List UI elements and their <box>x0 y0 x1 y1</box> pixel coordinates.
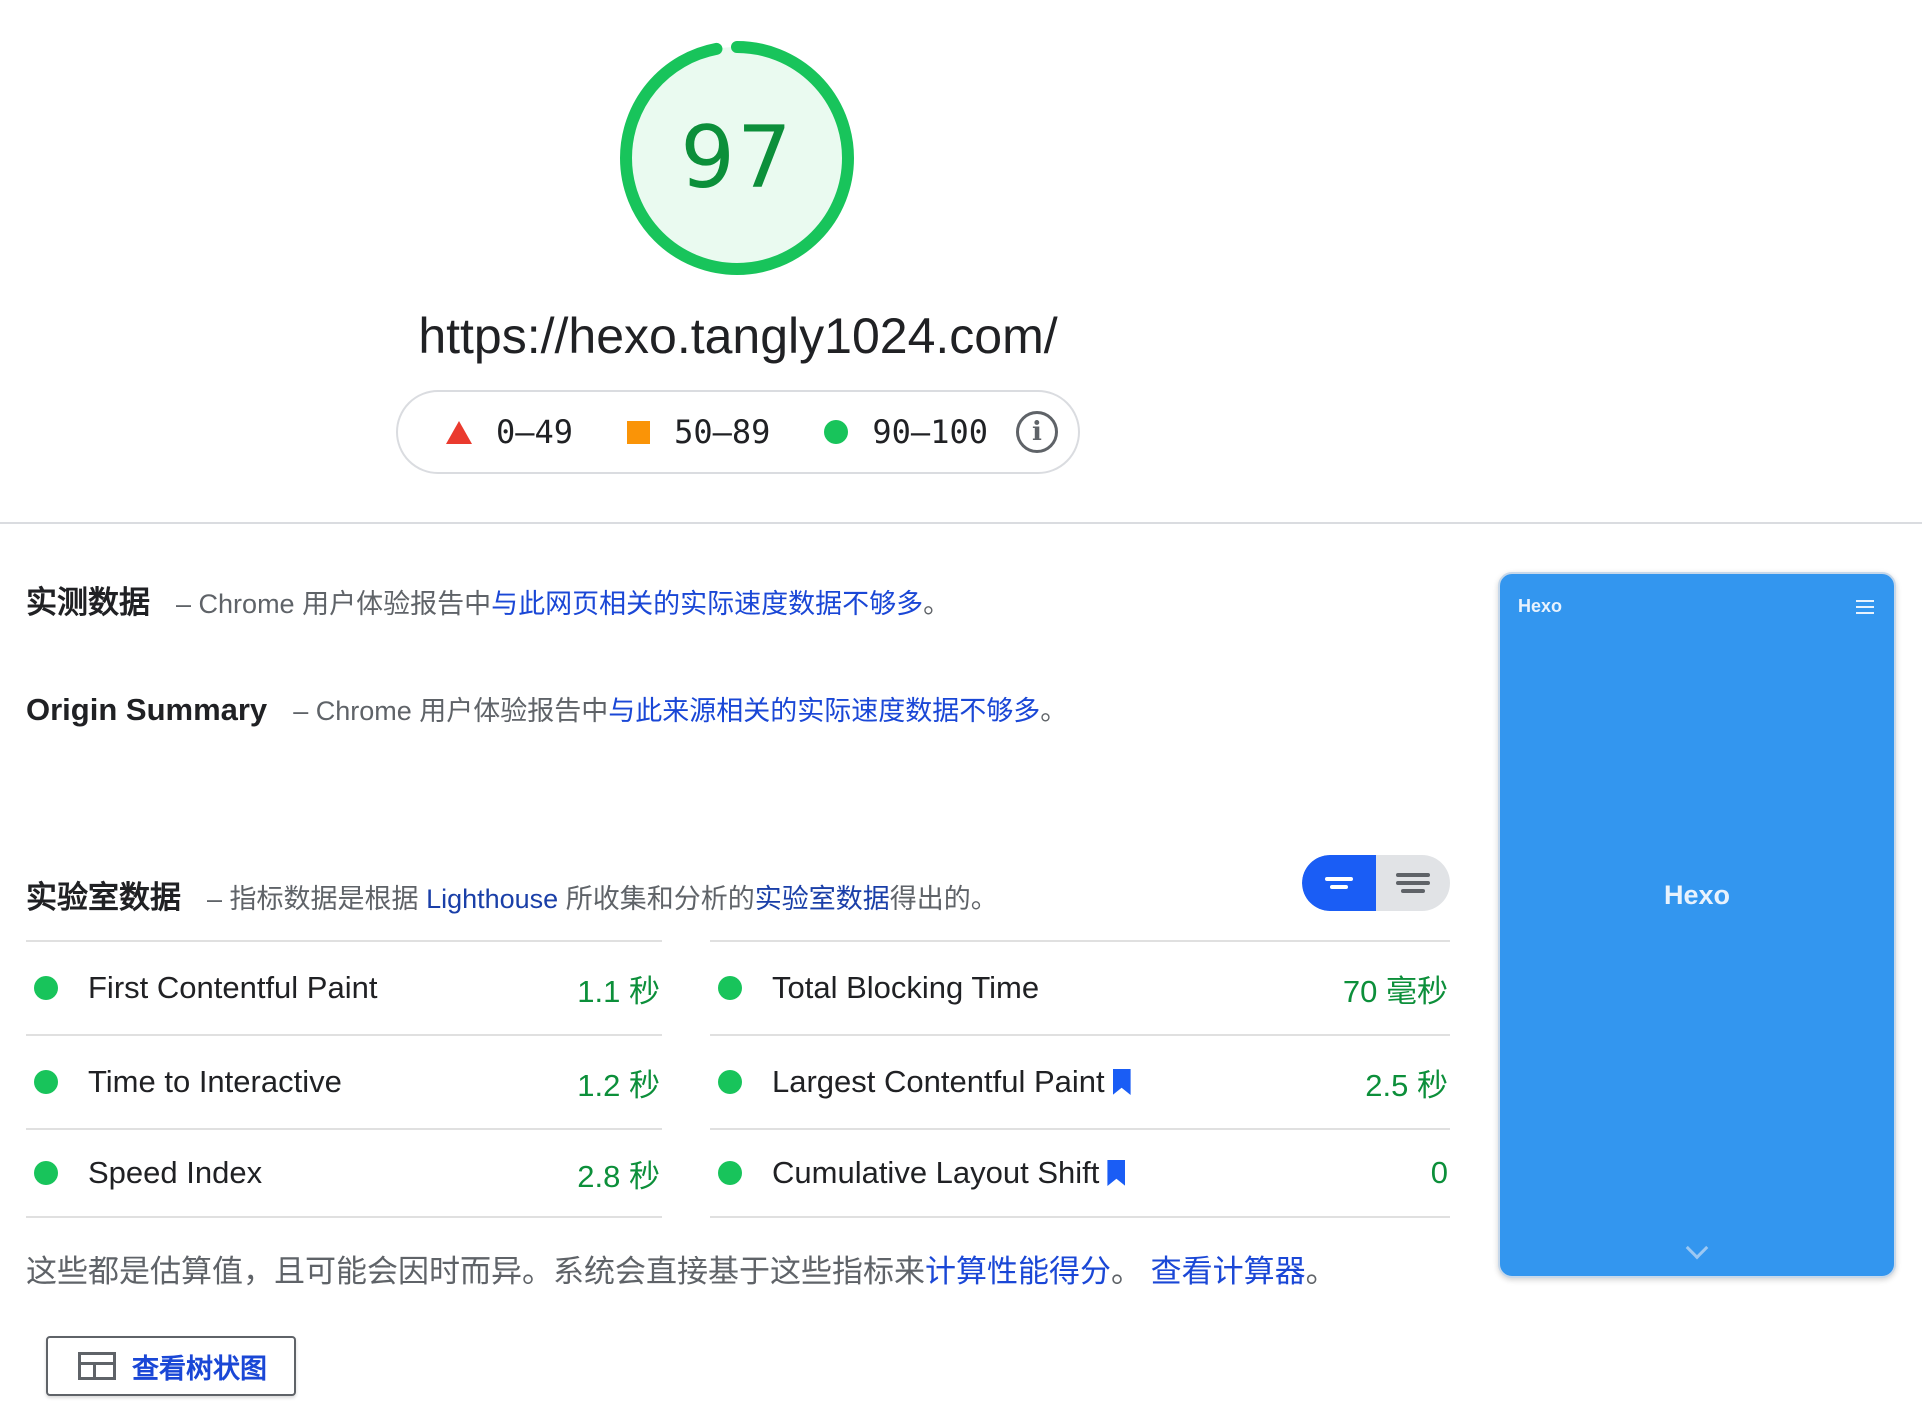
metric-value: 0 <box>1430 1155 1448 1190</box>
treemap-icon <box>78 1352 116 1380</box>
origin-summary-section: Origin Summary – Chrome 用户体验报告中与此来源相关的实际… <box>26 689 1067 728</box>
legend-item-pass: 90–100 <box>824 413 988 451</box>
legend-item-fail: 0–49 <box>446 413 573 451</box>
field-data-link[interactable]: 与此网页相关的实际速度数据不够多 <box>491 589 923 619</box>
field-data-section: 实测数据 – Chrome 用户体验报告中与此网页相关的实际速度数据不够多。 <box>26 577 950 622</box>
performance-score-gauge: 97 <box>617 38 857 278</box>
pass-circle-icon <box>34 1070 58 1094</box>
expanded-view-icon[interactable] <box>1376 855 1450 911</box>
origin-summary-title: Origin Summary <box>26 692 268 727</box>
circle-icon <box>824 420 849 444</box>
pass-circle-icon <box>34 1161 58 1185</box>
metric-name: Time to Interactive <box>88 1064 342 1099</box>
pass-circle-icon <box>718 976 742 1000</box>
origin-summary-suffix: 。 <box>1040 696 1068 726</box>
page-url: https://hexo.tangly1024.com/ <box>418 308 1058 364</box>
metric-name: Largest Contentful Paint <box>772 1064 1105 1099</box>
metric-value: 70 毫秒 <box>1342 973 1448 1009</box>
legend-label-fail: 0–49 <box>496 413 574 451</box>
field-data-prefix: Chrome 用户体验报告中 <box>198 589 492 619</box>
section-divider <box>0 522 1922 524</box>
metric-row: First Contentful Paint 1.1 秒 <box>26 940 662 1034</box>
triangle-icon <box>446 420 472 444</box>
compact-view-icon[interactable] <box>1302 855 1376 911</box>
metrics-view-toggle[interactable] <box>1302 855 1450 911</box>
metric-row: Cumulative Layout Shift 0 <box>710 1128 1450 1218</box>
origin-summary-dash: – <box>293 696 309 726</box>
final-screenshot-thumbnail[interactable]: Hexo Hexo <box>1498 572 1896 1278</box>
legend-label-pass: 90–100 <box>872 413 988 451</box>
lighthouse-link[interactable]: Lighthouse <box>426 884 558 914</box>
lab-data-dash: – <box>207 884 223 914</box>
pass-circle-icon <box>34 976 58 1000</box>
lab-data-link[interactable]: 实验室数据 <box>755 884 890 914</box>
field-data-title: 实测数据 <box>26 585 150 620</box>
score-calculation-link[interactable]: 计算性能得分 <box>925 1254 1111 1289</box>
metric-value: 1.2 秒 <box>577 1067 660 1103</box>
note-separator: 。 <box>1111 1254 1151 1289</box>
pass-circle-icon <box>718 1161 742 1185</box>
lab-data-suffix: 得出的。 <box>889 884 998 914</box>
metric-name: First Contentful Paint <box>88 970 378 1005</box>
score-value: 97 <box>680 108 794 208</box>
thumbnail-title: Hexo <box>1663 880 1731 910</box>
metric-value: 2.5 秒 <box>1365 1067 1448 1103</box>
metric-row: Speed Index 2.8 秒 <box>26 1128 662 1218</box>
info-icon[interactable]: i <box>1015 411 1058 453</box>
pass-circle-icon <box>718 1070 742 1094</box>
metric-row: Largest Contentful Paint 2.5 秒 <box>710 1034 1450 1128</box>
lab-data-description: – 指标数据是根据 Lighthouse 所收集和分析的实验室数据得出的。 <box>207 877 998 916</box>
bookmark-icon <box>1107 1160 1126 1186</box>
metric-name-with-bookmark: Largest Contentful Paint <box>772 1064 1131 1100</box>
view-treemap-button[interactable]: 查看树状图 <box>46 1336 296 1396</box>
metrics-note: 这些都是估算值，且可能会因时而异。系统会直接基于这些指标来计算性能得分。 查看计… <box>26 1246 1337 1291</box>
metric-name-with-bookmark: Cumulative Layout Shift <box>772 1155 1126 1191</box>
origin-summary-link[interactable]: 与此来源相关的实际速度数据不够多 <box>608 696 1040 726</box>
chevron-down-icon <box>1685 1236 1709 1260</box>
metrics-left-column: First Contentful Paint 1.1 秒 Time to Int… <box>26 940 662 1218</box>
bookmark-icon <box>1112 1069 1131 1095</box>
lab-data-section: 实验室数据 – 指标数据是根据 Lighthouse 所收集和分析的实验室数据得… <box>26 872 998 917</box>
field-data-dash: – <box>176 589 192 619</box>
note-end: 。 <box>1305 1254 1337 1289</box>
lab-data-prefix: 指标数据是根据 <box>229 884 427 914</box>
note-text: 这些都是估算值，且可能会因时而异。系统会直接基于这些指标来 <box>26 1254 925 1289</box>
metrics-right-column: Total Blocking Time 70 毫秒 Largest Conten… <box>710 940 1450 1218</box>
lab-data-middle: 所收集和分析的 <box>558 884 755 914</box>
lab-data-title: 实验室数据 <box>26 880 181 915</box>
metric-row: Total Blocking Time 70 毫秒 <box>710 940 1450 1034</box>
field-data-description: – Chrome 用户体验报告中与此网页相关的实际速度数据不够多。 <box>176 582 950 621</box>
square-icon <box>627 420 651 444</box>
origin-summary-description: – Chrome 用户体验报告中与此来源相关的实际速度数据不够多。 <box>293 689 1067 728</box>
legend-item-average: 50–89 <box>627 413 770 451</box>
calculator-link[interactable]: 查看计算器 <box>1151 1254 1306 1289</box>
metric-name: Cumulative Layout Shift <box>772 1155 1100 1190</box>
field-data-suffix: 。 <box>923 589 951 619</box>
metric-name: Total Blocking Time <box>772 970 1040 1005</box>
origin-summary-prefix: Chrome 用户体验报告中 <box>315 696 609 726</box>
treemap-button-label: 查看树状图 <box>132 1353 267 1384</box>
legend-label-average: 50–89 <box>674 413 771 451</box>
metric-value: 2.8 秒 <box>577 1158 660 1194</box>
hamburger-menu-icon <box>1856 600 1874 618</box>
score-legend: 0–49 50–89 90–100 i <box>396 390 1080 474</box>
thumbnail-brand: Hexo <box>1518 596 1563 616</box>
metric-name: Speed Index <box>88 1155 263 1190</box>
metric-row: Time to Interactive 1.2 秒 <box>26 1034 662 1128</box>
metric-value: 1.1 秒 <box>577 973 660 1009</box>
